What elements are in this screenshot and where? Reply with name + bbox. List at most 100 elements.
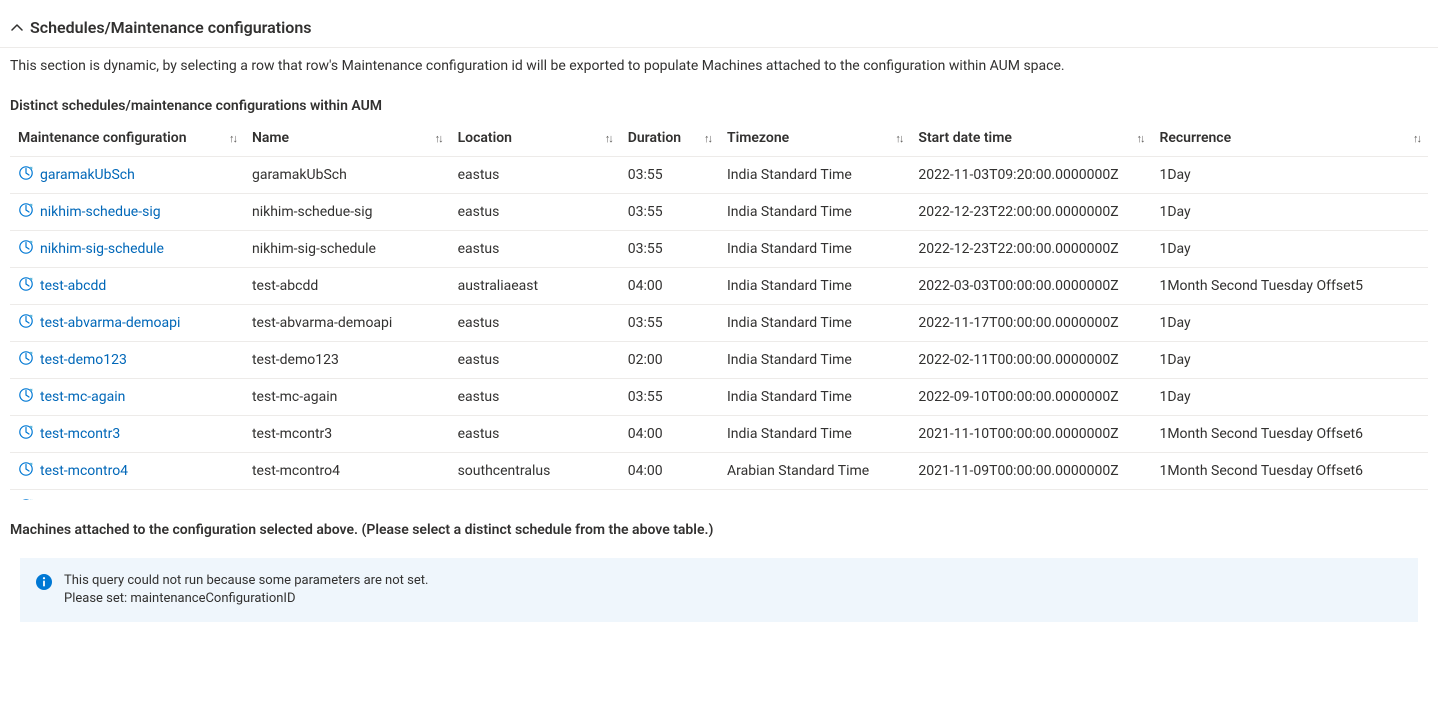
table-row[interactable]: test-abcddtest-abcddaustraliaeast04:00In… (10, 268, 1428, 305)
cell-location: eastus (450, 157, 620, 194)
sort-icon: ↑↓ (1413, 132, 1420, 145)
section-toggle[interactable]: Schedules/Maintenance configurations (0, 0, 1438, 47)
cell-location: eastus (450, 194, 620, 231)
col-header-config[interactable]: Maintenance configuration ↑↓ (10, 120, 244, 157)
maintenance-config-icon (18, 202, 34, 222)
cell-duration: 02:00 (620, 490, 719, 501)
cell-recurrence: 1Day (1151, 490, 1428, 501)
cell-start: 2021-11-09T00:00:00.0000000Z (910, 453, 1151, 490)
maintenance-config-icon (18, 239, 34, 259)
cell-start: 2022-09-10T00:00:00.0000000Z (910, 379, 1151, 416)
config-link[interactable]: test-mc-again (40, 389, 125, 405)
section-title: Schedules/Maintenance configurations (30, 18, 312, 37)
config-link[interactable]: nikhim-sig-schedule (40, 241, 164, 257)
cell-name: test-mcontrol (244, 490, 450, 501)
col-header-recurrence[interactable]: Recurrence ↑↓ (1151, 120, 1428, 157)
cell-duration: 03:55 (620, 305, 719, 342)
cell-timezone: India Standard Time (719, 194, 910, 231)
table-row[interactable]: test-mcontroltest-mcontroleastus02:00Ind… (10, 490, 1428, 501)
sort-icon: ↑↓ (1136, 132, 1143, 145)
cell-name: test-abcdd (244, 268, 450, 305)
col-header-timezone[interactable]: Timezone ↑↓ (719, 120, 910, 157)
cell-name: garamakUbSch (244, 157, 450, 194)
cell-name: nikhim-sig-schedule (244, 231, 450, 268)
cell-timezone: Arabian Standard Time (719, 453, 910, 490)
cell-timezone: India Standard Time (719, 305, 910, 342)
table-row[interactable]: nikhim-sig-schedulenikhim-sig-scheduleea… (10, 231, 1428, 268)
cell-duration: 02:00 (620, 342, 719, 379)
cell-duration: 04:00 (620, 416, 719, 453)
config-link[interactable]: test-abvarma-demoapi (40, 315, 180, 331)
config-link[interactable]: test-mcontro4 (40, 463, 128, 479)
maintenance-config-icon (18, 165, 34, 185)
maintenance-config-icon (18, 424, 34, 444)
config-link[interactable]: test-abcdd (40, 278, 106, 294)
sort-icon: ↑↓ (605, 132, 612, 145)
table-row[interactable]: test-mc-againtest-mc-againeastus03:55Ind… (10, 379, 1428, 416)
table-row[interactable]: test-demo123test-demo123eastus02:00India… (10, 342, 1428, 379)
cell-name: test-mcontro4 (244, 453, 450, 490)
cell-timezone: India Standard Time (719, 342, 910, 379)
section-intro: This section is dynamic, by selecting a … (10, 48, 1428, 88)
cell-recurrence: 1Day (1151, 194, 1428, 231)
cell-recurrence: 1Month Second Tuesday Offset6 (1151, 416, 1428, 453)
cell-location: eastus (450, 231, 620, 268)
table-row[interactable]: nikhim-schedue-signikhim-schedue-sigeast… (10, 194, 1428, 231)
maintenance-config-icon (18, 387, 34, 407)
cell-duration: 04:00 (620, 268, 719, 305)
cell-location: eastus (450, 416, 620, 453)
cell-location: australiaeast (450, 268, 620, 305)
table-subheader: Distinct schedules/maintenance configura… (10, 88, 1428, 120)
cell-recurrence: 1Day (1151, 379, 1428, 416)
config-link[interactable]: test-mcontr3 (40, 426, 120, 442)
cell-duration: 03:55 (620, 231, 719, 268)
col-header-duration[interactable]: Duration ↑↓ (620, 120, 719, 157)
cell-location: eastus (450, 305, 620, 342)
table-scroll[interactable]: Maintenance configuration ↑↓ Name ↑↓ (10, 120, 1428, 500)
machines-section-header: Machines attached to the configuration s… (0, 500, 1438, 550)
maintenance-config-icon (18, 276, 34, 296)
sort-icon: ↑↓ (704, 132, 711, 145)
col-header-location[interactable]: Location ↑↓ (450, 120, 620, 157)
cell-location: eastus (450, 379, 620, 416)
maintenance-config-icon (18, 313, 34, 333)
cell-timezone: India Standard Time (719, 231, 910, 268)
col-header-name[interactable]: Name ↑↓ (244, 120, 450, 157)
cell-start: 2022-12-23T22:00:00.0000000Z (910, 231, 1151, 268)
cell-duration: 03:55 (620, 379, 719, 416)
cell-recurrence: 1Day (1151, 305, 1428, 342)
cell-timezone: India Standard Time (719, 379, 910, 416)
cell-recurrence: 1Day (1151, 342, 1428, 379)
cell-recurrence: 1Month Second Tuesday Offset5 (1151, 268, 1428, 305)
cell-start: 2022-03-03T00:00:00.0000000Z (910, 268, 1151, 305)
table-row[interactable]: garamakUbSchgaramakUbScheastus03:55India… (10, 157, 1428, 194)
cell-duration: 04:00 (620, 453, 719, 490)
cell-timezone: India Standard Time (719, 268, 910, 305)
table-row[interactable]: test-mcontr3test-mcontr3eastus04:00India… (10, 416, 1428, 453)
cell-name: test-abvarma-demoapi (244, 305, 450, 342)
cell-location: southcentralus (450, 453, 620, 490)
cell-timezone: India Standard Time (719, 416, 910, 453)
cell-timezone: India Standard Time (719, 490, 910, 501)
cell-start: 2021-10-28T00:00:00.0000000Z (910, 490, 1151, 501)
cell-start: 2022-11-17T00:00:00.0000000Z (910, 305, 1151, 342)
cell-recurrence: 1Day (1151, 157, 1428, 194)
sort-icon: ↑↓ (895, 132, 902, 145)
table-row[interactable]: test-mcontro4test-mcontro4southcentralus… (10, 453, 1428, 490)
maintenance-config-icon (18, 350, 34, 370)
cell-location: eastus (450, 490, 620, 501)
cell-start: 2022-11-03T09:20:00.0000000Z (910, 157, 1151, 194)
info-banner: This query could not run because some pa… (20, 558, 1418, 622)
config-link[interactable]: test-demo123 (40, 352, 127, 368)
chevron-up-icon (10, 21, 24, 35)
cell-location: eastus (450, 342, 620, 379)
schedules-table: Maintenance configuration ↑↓ Name ↑↓ (10, 120, 1428, 500)
table-row[interactable]: test-abvarma-demoapi test-abvarma-demoapi… (10, 305, 1428, 342)
cell-name: test-mcontr3 (244, 416, 450, 453)
config-link[interactable]: garamakUbSch (40, 167, 135, 183)
config-link[interactable]: nikhim-schedue-sig (40, 204, 161, 220)
col-header-start[interactable]: Start date time ↑↓ (910, 120, 1151, 157)
maintenance-config-icon (18, 498, 34, 500)
info-icon (36, 574, 52, 590)
info-text: This query could not run because some pa… (64, 572, 428, 608)
